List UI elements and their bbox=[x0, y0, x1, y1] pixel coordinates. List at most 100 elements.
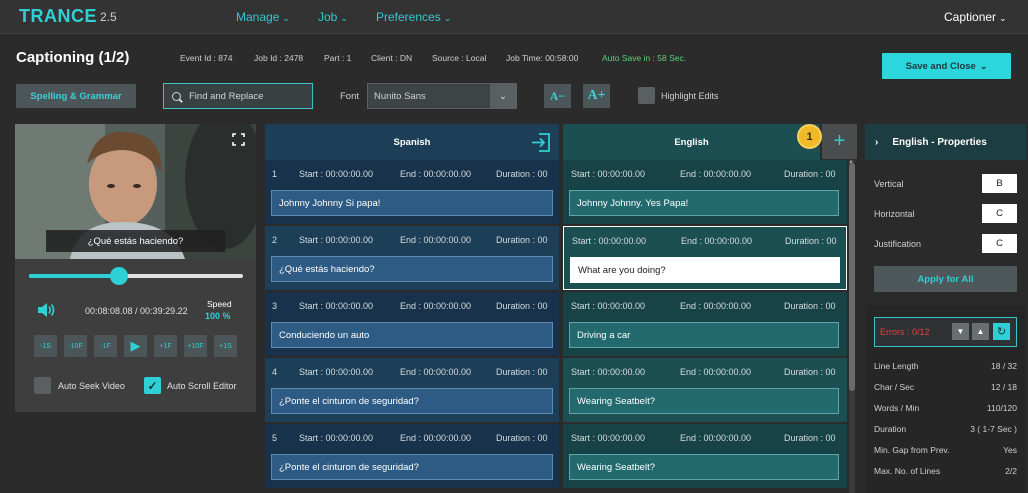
target-text-field[interactable]: Wearing Seatbelt? bbox=[569, 388, 839, 414]
source-text-field[interactable]: Johnny Johnny Si papa! bbox=[271, 190, 553, 216]
forward-1s-button[interactable]: +1S bbox=[214, 335, 237, 357]
source-text-field[interactable]: ¿Ponte el cinturon de seguridad? bbox=[271, 454, 553, 480]
target-text-field[interactable]: What are you doing? bbox=[570, 257, 840, 283]
stat-label: Char / Sec bbox=[874, 382, 915, 392]
find-replace-input[interactable]: Find and Replace bbox=[163, 83, 313, 109]
row-end: End : 00:00:00.00 bbox=[400, 301, 472, 311]
highlight-edits-label: Highlight Edits bbox=[661, 91, 719, 101]
auto-scroll-label: Auto Scroll Editor bbox=[167, 381, 237, 391]
row-number: 4 bbox=[272, 367, 278, 377]
source-text-field[interactable]: ¿Ponte el cinturon de seguridad? bbox=[271, 388, 553, 414]
target-text-field[interactable]: Johnny Johnny. Yes Papa! bbox=[569, 190, 839, 216]
chevron-down-icon: ⌄ bbox=[443, 13, 452, 23]
row-duration: Duration : 00 bbox=[496, 301, 548, 311]
back-1s-button[interactable]: -1S bbox=[34, 335, 57, 357]
row-duration: Duration : 00 bbox=[784, 301, 836, 311]
nav-manage[interactable]: Manage ⌄ bbox=[236, 10, 290, 24]
row-start: Start : 00:00:00.00 bbox=[299, 235, 374, 245]
row-start: Start : 00:00:00.00 bbox=[299, 433, 374, 443]
row-start: Start : 00:00:00.00 bbox=[572, 236, 647, 246]
row-number: 3 bbox=[272, 301, 278, 311]
back-10f-button[interactable]: -10F bbox=[64, 335, 87, 357]
spelling-grammar-button[interactable]: Spelling & Grammar bbox=[16, 84, 136, 108]
scrollbar-thumb[interactable] bbox=[849, 163, 855, 391]
forward-1f-button[interactable]: +1F bbox=[154, 335, 177, 357]
source-language-title: Spanish bbox=[393, 136, 431, 148]
errors-count: Errors : 0/12 bbox=[880, 327, 930, 337]
forward-10f-button[interactable]: +10F bbox=[184, 335, 207, 357]
row-end: End : 00:00:00.00 bbox=[400, 433, 472, 443]
highlight-edits-checkbox[interactable] bbox=[638, 87, 655, 104]
target-row: Start : 00:00:00.00 End : 00:00:00.00 Dura… bbox=[563, 292, 847, 356]
horizontal-field[interactable]: C bbox=[982, 204, 1017, 223]
decrease-font-button[interactable]: A− bbox=[544, 84, 571, 108]
part: Part : 1 bbox=[324, 53, 352, 63]
source-row: 3 Start : 00:00:00.00 End : 00:00:00.00 Dur… bbox=[265, 292, 559, 356]
nav-preferences[interactable]: Preferences ⌄ bbox=[376, 10, 451, 24]
row-end: End : 00:00:00.00 bbox=[400, 367, 472, 377]
stat-label: Line Length bbox=[874, 361, 919, 371]
checkmark-icon: ✓ bbox=[147, 378, 158, 393]
apply-for-all-button[interactable]: Apply for All bbox=[874, 266, 1017, 292]
row-number: 5 bbox=[272, 433, 278, 443]
back-1f-button[interactable]: -1F bbox=[94, 335, 117, 357]
source-row: 5 Start : 00:00:00.00 End : 00:00:00.00 Dur… bbox=[265, 424, 559, 488]
horizontal-label: Horizontal bbox=[874, 209, 915, 219]
volume-icon[interactable] bbox=[36, 300, 56, 320]
chevron-up-icon[interactable]: ▲ bbox=[972, 323, 989, 340]
row-start: Start : 00:00:00.00 bbox=[571, 433, 646, 443]
target-text-field[interactable]: Driving a car bbox=[569, 322, 839, 348]
source-text-field[interactable]: Conduciendo un auto bbox=[271, 322, 553, 348]
increase-font-button[interactable]: A+ bbox=[583, 84, 610, 108]
user-menu[interactable]: Captioner ⌄ bbox=[944, 10, 1007, 24]
font-label: Font bbox=[340, 91, 360, 102]
font-select[interactable]: Nunito Sans ⌄ bbox=[367, 83, 517, 109]
auto-seek-checkbox[interactable] bbox=[34, 377, 51, 394]
chevron-down-icon: ⌄ bbox=[340, 13, 348, 23]
chevron-down-icon: ⌄ bbox=[282, 13, 290, 23]
row-start: Start : 00:00:00.00 bbox=[571, 301, 646, 311]
row-start: Start : 00:00:00.00 bbox=[571, 169, 646, 179]
chevron-down-icon[interactable]: ⌄ bbox=[490, 84, 516, 108]
row-start: Start : 00:00:00.00 bbox=[299, 169, 374, 179]
vertical-label: Vertical bbox=[874, 179, 904, 189]
notification-badge[interactable]: 1 bbox=[797, 124, 822, 149]
target-row: Start : 00:00:00.00 End : 00:00:00.00 Dura… bbox=[563, 358, 847, 422]
swap-language-icon[interactable] bbox=[530, 132, 551, 153]
stat-value: Yes bbox=[1003, 445, 1017, 455]
chevron-right-icon: › bbox=[875, 136, 879, 148]
save-and-close-button[interactable]: Save and Close ⌄ bbox=[882, 53, 1011, 79]
row-number: 1 bbox=[272, 169, 278, 179]
row-end: End : 00:00:00.00 bbox=[400, 235, 472, 245]
subtitle-overlay: ¿Qué estás haciendo? bbox=[46, 230, 225, 252]
search-icon bbox=[172, 91, 181, 101]
seek-handle[interactable] bbox=[110, 267, 128, 285]
source-row: 1 Start : 00:00:00.00 End : 00:00:00.00 Dur… bbox=[265, 160, 559, 224]
add-language-button[interactable]: + bbox=[822, 124, 857, 159]
justification-field[interactable]: C bbox=[982, 234, 1017, 253]
auto-scroll-checkbox[interactable]: ✓ bbox=[144, 377, 161, 394]
font-select-value: Nunito Sans bbox=[374, 90, 426, 102]
refresh-icon[interactable]: ↻ bbox=[993, 323, 1010, 340]
speed-label: Speed bbox=[207, 299, 232, 309]
fullscreen-icon[interactable] bbox=[232, 133, 245, 146]
page-title: Captioning (1/2) bbox=[16, 49, 130, 66]
chevron-down-icon: ⌄ bbox=[979, 60, 988, 71]
row-duration: Duration : 00 bbox=[784, 433, 836, 443]
justification-label: Justification bbox=[874, 239, 922, 249]
nav-job[interactable]: Job ⌄ bbox=[318, 10, 348, 24]
scroll-up-icon[interactable]: ▲ bbox=[848, 159, 854, 165]
speed-value[interactable]: 100 % bbox=[205, 311, 231, 321]
target-text-field[interactable]: Wearing Seatbelt? bbox=[569, 454, 839, 480]
chevron-down-icon[interactable]: ▼ bbox=[952, 323, 969, 340]
find-replace-placeholder: Find and Replace bbox=[189, 90, 264, 102]
stat-label: Max. No. of Lines bbox=[874, 466, 941, 476]
play-icon[interactable]: ▶ bbox=[124, 335, 147, 357]
stat-label: Words / Min bbox=[874, 403, 920, 413]
source-row: 2 Start : 00:00:00.00 End : 00:00:00.00 Dur… bbox=[265, 226, 559, 290]
source-text-field[interactable]: ¿Qué estás haciendo? bbox=[271, 256, 553, 282]
row-number: 2 bbox=[272, 235, 278, 245]
stat-label: Min. Gap from Prev. bbox=[874, 445, 950, 455]
properties-header[interactable]: › English - Properties bbox=[865, 124, 1026, 160]
vertical-field[interactable]: B bbox=[982, 174, 1017, 193]
